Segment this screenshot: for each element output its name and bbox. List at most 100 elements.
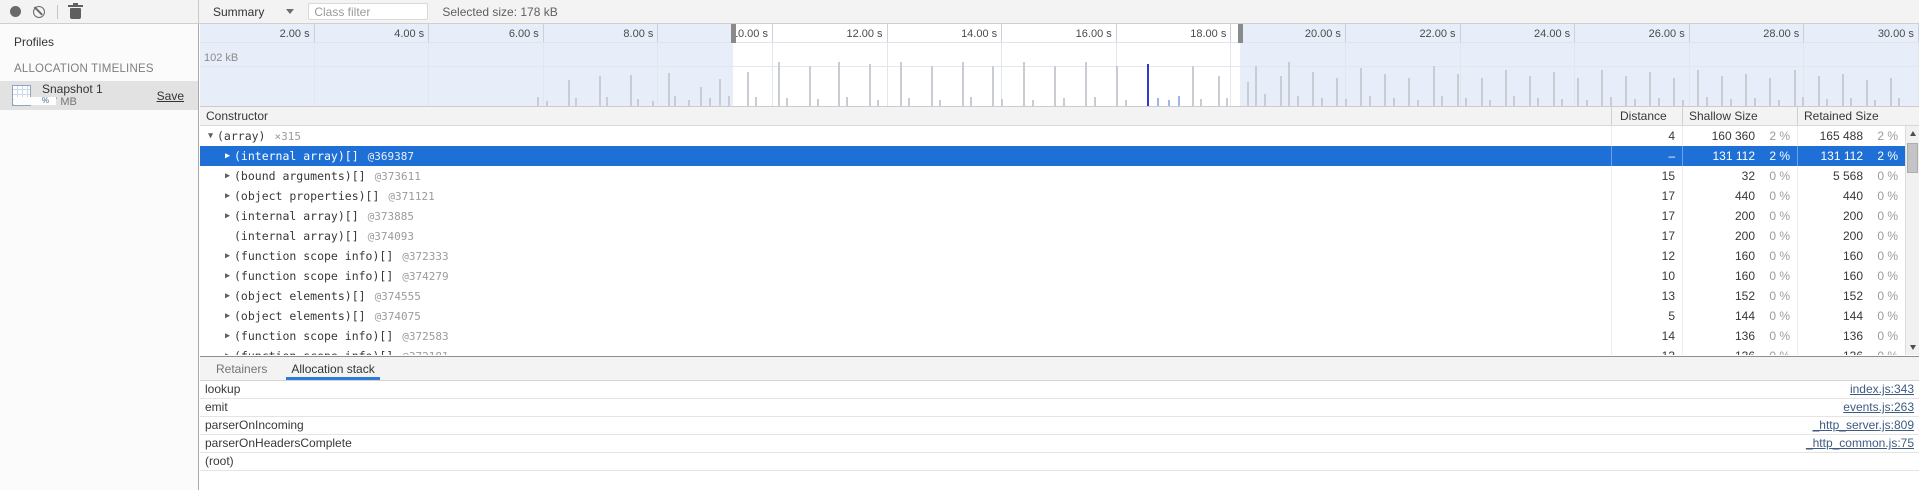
expander-icon[interactable]: ▶ xyxy=(221,331,234,341)
heap-grid-row[interactable]: ▶(internal array)[]@369387–131 1122 %131… xyxy=(200,146,1919,166)
shallow-size-value: 136 xyxy=(1683,349,1755,355)
sidebar-item-snapshot-1[interactable]: % Snapshot 1 6.7 MB Save xyxy=(0,81,198,110)
shallow-size-value: 136 xyxy=(1683,329,1755,343)
retained-size-percent: 0 % xyxy=(1863,189,1905,203)
expander-icon[interactable]: ▶ xyxy=(221,191,234,201)
heap-grid-row[interactable]: ▶(bound arguments)[]@37361115320 %5 5680… xyxy=(200,166,1919,186)
timeline-gridline xyxy=(1804,43,1919,106)
distance-cell: 13 xyxy=(1612,346,1683,355)
stack-frame-row: parserOnHeadersComplete_http_common.js:7… xyxy=(200,435,1919,453)
allocation-bar xyxy=(1634,99,1636,106)
stack-frame-source-link[interactable]: events.js:263 xyxy=(1843,399,1914,416)
constructor-suffix: @373885 xyxy=(368,210,414,223)
heap-grid-row[interactable]: ▼(array)×3154160 3602 %165 4882 % xyxy=(200,126,1919,146)
constructor-suffix: @372181 xyxy=(402,350,448,356)
window-left-handle[interactable] xyxy=(731,24,736,43)
allocation-bar xyxy=(668,73,670,106)
grid-scrollbar[interactable] xyxy=(1905,126,1919,355)
distance-cell: 14 xyxy=(1612,326,1683,346)
timeline-chart[interactable]: 102 kB xyxy=(200,43,1919,106)
shallow-size-percent: 0 % xyxy=(1755,269,1797,283)
scrollbar-thumb[interactable] xyxy=(1907,143,1918,173)
constructor-suffix: @374279 xyxy=(402,270,448,283)
expander-icon[interactable]: ▶ xyxy=(221,311,234,321)
allocation-bar xyxy=(700,87,702,106)
heap-grid-row[interactable]: ▶(object elements)[]@37407551440 %1440 % xyxy=(200,306,1919,326)
expander-icon[interactable]: ▶ xyxy=(221,251,234,261)
allocation-bar xyxy=(1706,97,1708,106)
expander-icon[interactable]: ▶ xyxy=(221,171,234,181)
clear-profiles-icon[interactable] xyxy=(33,6,45,18)
expander-icon[interactable]: ▶ xyxy=(221,211,234,221)
scroll-up-button[interactable] xyxy=(1906,127,1919,140)
memory-gridline xyxy=(200,66,1919,67)
allocation-bar xyxy=(962,62,964,106)
column-header-constructor[interactable]: Constructor xyxy=(200,107,1612,125)
tab-retainers[interactable]: Retainers xyxy=(211,358,272,380)
allocation-bar xyxy=(1465,98,1467,106)
heap-grid-row[interactable]: ▶(function scope info)[] @372181 13 1360 % 1… xyxy=(200,346,1919,355)
allocation-bar xyxy=(1200,99,1202,106)
delete-profile-icon[interactable] xyxy=(70,8,81,19)
stack-frame-function: (root) xyxy=(205,453,1914,470)
constructor-name: (function scope info)[] xyxy=(234,349,393,355)
heap-grid-row[interactable]: ▶(function scope info)[]@374279101600 %1… xyxy=(200,266,1919,286)
expander-icon[interactable]: ▶ xyxy=(221,271,234,281)
heap-grid-row[interactable]: ▶(function scope info)[]@372583141360 %1… xyxy=(200,326,1919,346)
tab-allocation-stack[interactable]: Allocation stack xyxy=(286,358,379,380)
allocation-bar xyxy=(908,98,910,106)
allocation-bar xyxy=(1218,76,1220,106)
allocation-bar xyxy=(1625,76,1627,106)
shallow-size-value: 200 xyxy=(1683,229,1755,243)
constructor-name: (function scope info)[] xyxy=(234,329,393,343)
allocation-bar xyxy=(652,101,654,106)
shallow-size-value: 32 xyxy=(1683,169,1755,183)
scroll-down-button[interactable] xyxy=(1906,341,1919,354)
distance-cell: 13 xyxy=(1612,286,1683,306)
perspective-dropdown[interactable]: Summary xyxy=(209,3,298,21)
stack-frame-source-link[interactable]: index.js:343 xyxy=(1850,381,1914,398)
heap-grid-row[interactable]: ▶(function scope info)[]@372333121600 %1… xyxy=(200,246,1919,266)
window-right-handle[interactable] xyxy=(1238,24,1243,43)
perspective-dropdown-label: Summary xyxy=(213,5,264,19)
expander-icon[interactable]: ▼ xyxy=(204,131,217,141)
retained-size-cell: 1520 % xyxy=(1798,286,1905,306)
retained-size-value: 160 xyxy=(1798,249,1863,263)
distance-cell: 17 xyxy=(1612,226,1683,246)
allocation-bar xyxy=(900,62,902,106)
heap-grid-row[interactable]: ▶(object elements)[]@374555131520 %1520 … xyxy=(200,286,1919,306)
shallow-size-cell: 4400 % xyxy=(1683,186,1798,206)
save-link[interactable]: Save xyxy=(157,89,184,103)
allocation-timelines-section-title: ALLOCATION TIMELINES xyxy=(0,49,198,81)
retained-size-cell: 1360 % xyxy=(1798,346,1905,355)
constructor-suffix: @373611 xyxy=(375,170,421,183)
devtools-memory-panel: Summary Selected size: 178 kB Profiles A… xyxy=(0,0,1919,490)
expander-icon[interactable]: ▶ xyxy=(221,351,234,355)
record-icon[interactable] xyxy=(10,6,21,17)
retained-size-percent: 0 % xyxy=(1863,289,1905,303)
stack-frame-source-link[interactable]: _http_server.js:809 xyxy=(1813,417,1914,434)
heap-grid-row[interactable]: ▶(internal array)[]@373885172000 %2000 % xyxy=(200,206,1919,226)
allocation-bar xyxy=(1682,100,1684,106)
heap-grid-row[interactable]: (internal array)[]@374093172000 %2000 % xyxy=(200,226,1919,246)
class-filter-input[interactable] xyxy=(308,3,428,20)
retained-size-cell: 1600 % xyxy=(1798,266,1905,286)
constructor-name: (object elements)[] xyxy=(234,309,366,323)
expander-icon[interactable]: ▶ xyxy=(221,151,234,161)
shallow-size-cell: 160 3602 % xyxy=(1683,126,1798,146)
ruler-tick-label: 10.00 s xyxy=(658,24,773,42)
heap-grid-row[interactable]: ▶(object properties)[]@371121174400 %440… xyxy=(200,186,1919,206)
shallow-size-cell: 2000 % xyxy=(1683,226,1798,246)
allocation-timeline-overview[interactable]: 2.00 s4.00 s6.00 s8.00 s10.00 s12.00 s14… xyxy=(200,24,1919,106)
allocation-bar xyxy=(1481,78,1483,106)
expander-icon[interactable]: ▶ xyxy=(221,291,234,301)
timeline-gridline xyxy=(429,43,544,106)
column-header-shallow-size[interactable]: Shallow Size xyxy=(1683,107,1798,125)
column-header-distance[interactable]: Distance xyxy=(1612,107,1683,125)
timeline-gridline xyxy=(1002,43,1117,106)
shallow-size-percent: 0 % xyxy=(1755,249,1797,263)
retained-size-cell: 165 4882 % xyxy=(1798,126,1905,146)
column-header-retained-size[interactable]: Retained Size xyxy=(1798,107,1919,125)
allocation-bar xyxy=(1874,100,1876,106)
stack-frame-source-link[interactable]: _http_common.js:75 xyxy=(1806,435,1914,452)
